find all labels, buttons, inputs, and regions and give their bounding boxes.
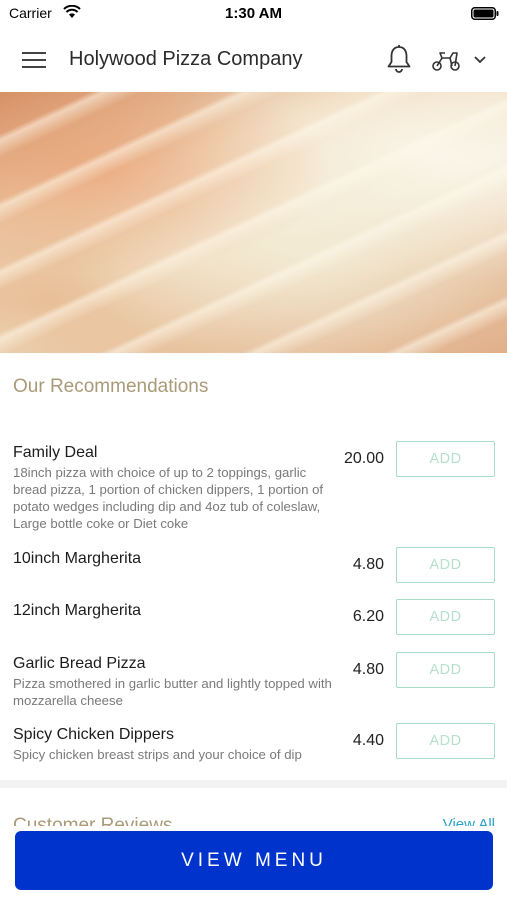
- item-price: 4.80: [352, 661, 384, 678]
- item-name: Garlic Bread Pizza: [13, 655, 146, 672]
- battery-icon: [471, 7, 499, 20]
- delivery-scooter-icon[interactable]: [430, 48, 462, 72]
- item-price: 4.80: [352, 556, 384, 573]
- add-button[interactable]: ADD: [396, 547, 495, 583]
- chevron-down-icon[interactable]: [472, 53, 488, 65]
- add-button[interactable]: ADD: [396, 599, 495, 635]
- view-all-reviews-link[interactable]: View All: [443, 812, 495, 826]
- item-name: 12inch Margherita: [13, 602, 142, 619]
- hero-pizza-image: [0, 92, 507, 353]
- item-price: 20.00: [343, 450, 384, 467]
- view-menu-button[interactable]: VIEW MENU: [15, 831, 493, 890]
- item-price: 4.40: [352, 732, 384, 749]
- item-description: Pizza smothered in garlic butter and lig…: [13, 676, 332, 708]
- add-button[interactable]: ADD: [396, 652, 495, 688]
- item-name: 10inch Margherita: [13, 550, 142, 567]
- item-name: Spicy Chicken Dippers: [13, 726, 174, 743]
- bell-icon[interactable]: [385, 44, 413, 74]
- item-description: Spicy chicken breast strips and your cho…: [13, 747, 302, 762]
- hero-overlay: [0, 92, 507, 353]
- add-button[interactable]: ADD: [396, 441, 495, 477]
- recommendations-title: Our Recommendations: [13, 376, 209, 397]
- reviews-title: Customer Reviews: [13, 815, 173, 826]
- item-description: 18inch pizza with choice of up to 2 topp…: [13, 465, 324, 531]
- hamburger-menu-icon[interactable]: [22, 50, 48, 70]
- add-button[interactable]: ADD: [396, 723, 495, 759]
- restaurant-title: Holywood Pizza Company: [69, 48, 303, 70]
- section-divider: [0, 780, 507, 788]
- clock: 1:30 AM: [225, 5, 282, 22]
- status-bar: Carrier 1:30 AM: [0, 0, 507, 28]
- app-header: Holywood Pizza Company: [0, 28, 507, 92]
- item-name: Family Deal: [13, 444, 98, 461]
- item-price: 6.20: [352, 608, 384, 625]
